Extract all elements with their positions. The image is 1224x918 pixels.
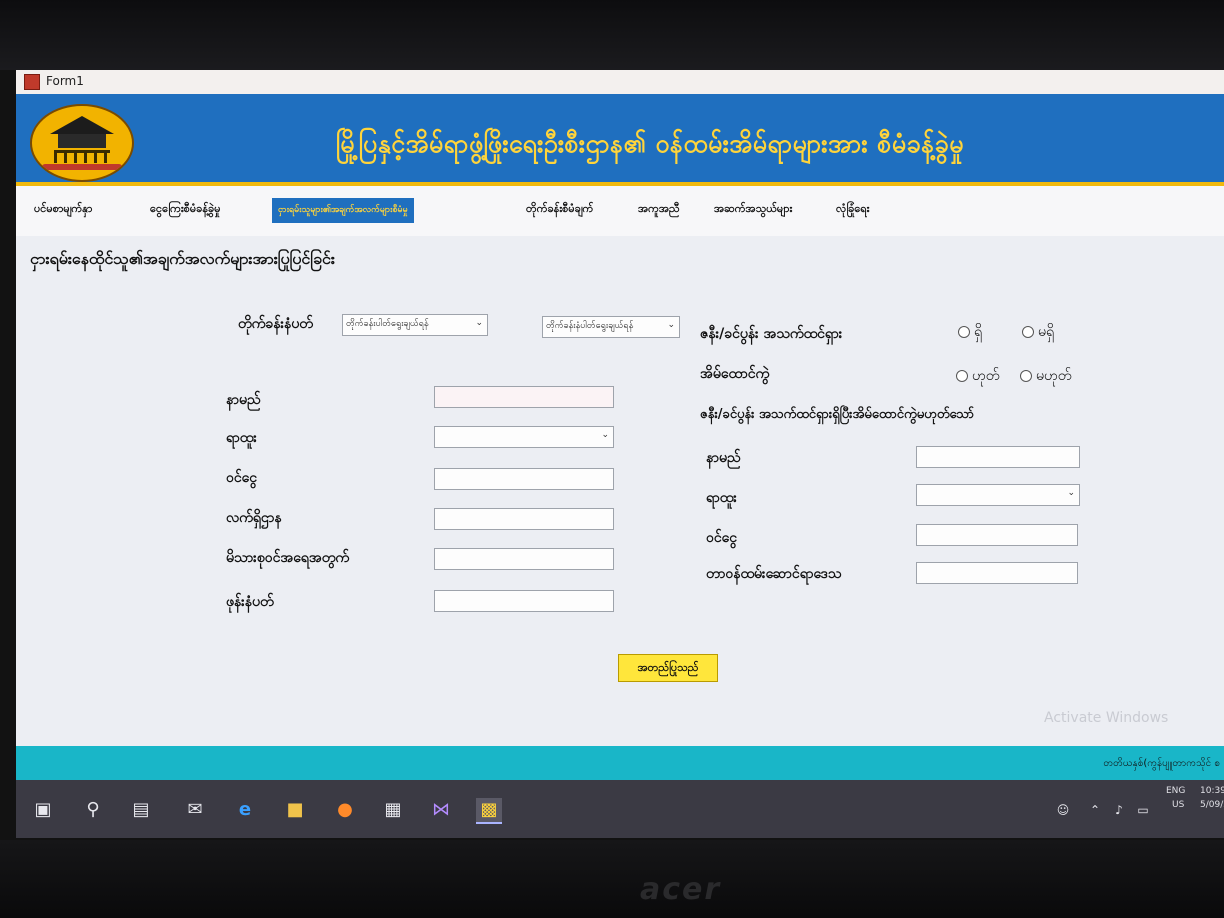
spouse-salary-label: ဝင်ငွေ: [706, 530, 737, 546]
screen: Form1 မြို့ပြနှင့်အိမ်ရာဖွံ့ဖြိုးရေးဦးစီ…: [16, 70, 1224, 838]
room-number-combo-2[interactable]: တိုက်ခန်းနံပါတ်ရွေးချယ်ရန် ⌄: [542, 316, 680, 338]
spouse-section-title: ဇနီး/ခင်ပွန်း အသက်ထင်ရှားရှိပြီးအိမ်ထောင…: [700, 407, 975, 422]
task-view-icon[interactable]: ▤: [128, 798, 154, 822]
menu-bar: ပင်မစာမျက်နှာ ငွေကြေးစီမံခန့်ခွဲမှု ငှား…: [16, 186, 1224, 236]
windows-start-icon[interactable]: ▣: [30, 798, 56, 822]
spouse-no-label: မရှိ: [1038, 324, 1055, 340]
monitor-bezel-top: [0, 0, 1224, 70]
menu-item-tenant-info[interactable]: ငှားရမ်းသူများ၏အချက်အလက်များစီမံမှု: [272, 198, 414, 223]
window-title: Form1: [46, 74, 84, 88]
chevron-down-icon: ⌄: [601, 430, 609, 440]
chevron-down-icon: ⌄: [1067, 488, 1075, 498]
salary-input[interactable]: [434, 468, 614, 490]
page-heading: ငှားရမ်းနေထိုင်သူ၏အချက်အလက်များအားပြုပြင…: [30, 249, 335, 268]
divorced-no-label: မဟုတ်: [1036, 368, 1072, 384]
house-logo-icon: [30, 104, 134, 182]
divorced-yes-label: ဟုတ်: [972, 368, 1000, 384]
visual-studio-icon[interactable]: ⋈: [428, 798, 454, 822]
room-number-combo-1-value: တိုက်ခန်းပါတ်ရွေးချယ်ရန်: [346, 319, 429, 329]
salary-label: ဝင်ငွေ: [226, 470, 257, 486]
spouse-name-input[interactable]: [916, 446, 1080, 468]
input-language[interactable]: ENG: [1166, 786, 1185, 796]
app-icon: [24, 74, 40, 90]
search-icon[interactable]: ⚲: [80, 798, 106, 822]
window-titlebar: Form1: [16, 70, 1224, 95]
department-label: လက်ရှိဌာန: [226, 510, 282, 526]
name-input[interactable]: [434, 386, 614, 408]
menu-item-apartments[interactable]: တိုက်ခန်းစီမံချက်: [526, 202, 593, 218]
spouse-alive-label: ဇနီး/ခင်ပွန်း အသက်ထင်ရှား: [700, 326, 843, 342]
spouse-yes-label: ရှိ: [974, 324, 983, 340]
activate-windows-watermark: Activate Windows: [1044, 710, 1169, 726]
spouse-rank-select[interactable]: ⌄: [916, 484, 1080, 506]
monitor-brand-logo: acer: [640, 872, 722, 907]
battery-icon[interactable]: ▭: [1130, 798, 1156, 822]
phone-label: ဖုန်းနံပတ်: [226, 594, 274, 610]
mail-icon[interactable]: ✉: [182, 798, 208, 822]
footer-text: တတိယနှစ်(ကွန်ပျူတာကသိုင် စ: [1103, 758, 1220, 769]
firefox-icon[interactable]: ●: [332, 798, 358, 822]
menu-item-home[interactable]: ပင်မစာမျက်နှာ: [34, 202, 92, 218]
clock-time[interactable]: 10:39: [1200, 786, 1224, 796]
clock-date: 5/09/2: [1200, 800, 1224, 810]
monitor-bezel-bottom: [0, 840, 1224, 918]
rank-label: ရာထူး: [226, 430, 257, 446]
menu-item-security[interactable]: လုံခြုံရေး: [836, 202, 869, 218]
spouse-salary-input[interactable]: [916, 524, 1078, 546]
rank-select[interactable]: ⌄: [434, 426, 614, 448]
chevron-up-icon[interactable]: ⌃: [1082, 798, 1108, 822]
spouse-yes-radio[interactable]: [958, 326, 970, 338]
divorced-yes-radio[interactable]: [956, 370, 968, 382]
app-title: မြို့ပြနှင့်အိမ်ရာဖွံ့ဖြိုးရေးဦးစီးဌာန၏ …: [336, 129, 964, 158]
spouse-name-label: နာမည်: [706, 450, 741, 466]
file-explorer-icon[interactable]: ■: [282, 798, 308, 822]
department-input[interactable]: [434, 508, 614, 530]
divorced-no-radio[interactable]: [1020, 370, 1032, 382]
people-icon[interactable]: ☺: [1050, 798, 1076, 822]
spouse-workplace-label: တာဝန်ထမ်းဆောင်ရာဒေသ: [706, 566, 842, 582]
volume-icon[interactable]: ♪: [1106, 798, 1132, 822]
input-region: US: [1172, 800, 1185, 810]
phone-input[interactable]: [434, 590, 614, 612]
spouse-rank-label: ရာထူး: [706, 490, 737, 506]
divorced-label: အိမ်ထောင်ကွဲ: [700, 366, 770, 382]
chevron-down-icon: ⌄: [667, 320, 675, 330]
name-label: နာမည်: [226, 392, 261, 408]
family-count-label: မိသားစုဝင်အရေအတွက်: [226, 550, 350, 566]
room-number-label: တိုက်ခန်းနံပတ်: [238, 316, 313, 332]
taskbar: ▣ ⚲ ▤ ✉ e ■ ● ▦ ⋈ ▩ ☺ ⌃ ♪ ▭ ENG US 10:39…: [16, 780, 1224, 838]
spouse-no-radio[interactable]: [1022, 326, 1034, 338]
confirm-button[interactable]: အတည်ပြုသည်: [618, 654, 718, 682]
menu-item-finance[interactable]: ငွေကြေးစီမံခန့်ခွဲမှု: [150, 202, 221, 218]
menu-item-contacts[interactable]: အဆက်အသွယ်များ: [714, 202, 792, 218]
menu-item-help[interactable]: အကူအညီ: [638, 202, 680, 218]
store-icon[interactable]: ▦: [380, 798, 406, 822]
family-count-input[interactable]: [434, 548, 614, 570]
edge-browser-icon[interactable]: e: [232, 798, 258, 822]
room-number-combo-1[interactable]: တိုက်ခန်းပါတ်ရွေးချယ်ရန် ⌄: [342, 314, 488, 336]
chevron-down-icon: ⌄: [475, 318, 483, 328]
footer-bar: တတိယနှစ်(ကွန်ပျူတာကသိုင် စ: [16, 746, 1224, 780]
spouse-workplace-input[interactable]: [916, 562, 1078, 584]
running-app-icon[interactable]: ▩: [476, 798, 502, 824]
room-number-combo-2-value: တိုက်ခန်းနံပါတ်ရွေးချယ်ရန်: [546, 321, 634, 331]
